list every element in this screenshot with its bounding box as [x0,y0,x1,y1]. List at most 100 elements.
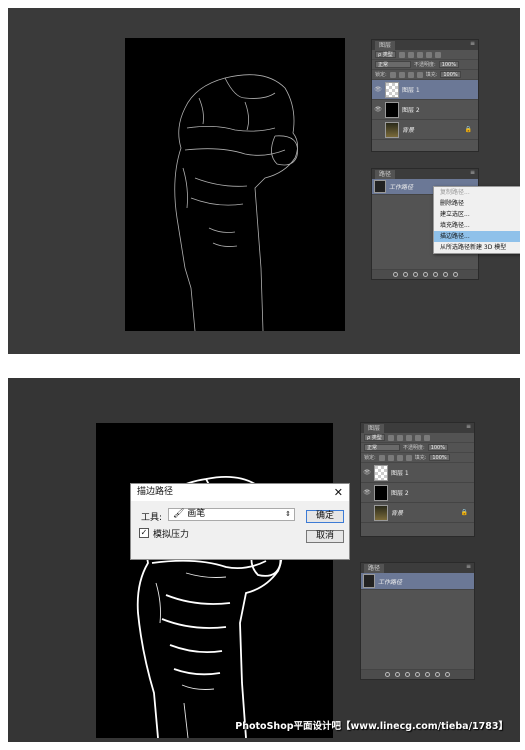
fill-path-icon[interactable] [392,272,398,277]
simulate-pressure-checkbox[interactable]: ✓ [139,528,149,538]
opacity-label: 不透明度: [414,62,436,68]
blend-mode-select[interactable]: 正常 [375,61,411,68]
paths-bottom-toolbar [361,669,474,679]
filter-pixel-icon[interactable] [387,434,394,441]
layer-row[interactable]: 背景 🔒 [372,120,478,140]
load-selection-icon[interactable] [412,272,418,277]
new-path-icon[interactable] [442,272,448,277]
layer-list: 👁 图层 1 👁 图层 2 背景 🔒 [361,463,474,523]
stroke-path-icon[interactable] [395,672,400,677]
lock-row: 锁定: 填充: 100% [372,70,478,80]
simulate-pressure-label[interactable]: 模拟压力 [153,527,189,540]
path-row[interactable]: 工作路径 [361,573,474,590]
stroke-path-icon[interactable] [402,272,408,277]
layers-panel: 图层 ≡ ρ 类型 正常 不透明度: 100% 锁定: 填充: 100% 👁 图层… [371,39,479,152]
opacity-input[interactable]: 100% [438,61,459,68]
tab-paths[interactable]: 路径 [375,170,396,179]
lock-label: 锁定: [364,455,376,461]
lock-transparent-icon[interactable] [389,71,396,78]
blend-row: 正常 不透明度: 100% [372,60,478,70]
layer-name: 图层 2 [402,107,420,114]
document-canvas[interactable] [125,38,345,332]
blend-row: 正常 不透明度: 100% [361,443,474,453]
document-canvas[interactable] [96,423,333,739]
lock-paint-icon[interactable] [387,454,394,461]
layer-row[interactable]: 👁 图层 2 [372,100,478,120]
fill-input[interactable]: 100% [429,454,450,461]
lock-all-icon[interactable] [416,71,423,78]
screenshot-2-workspace: 图层 ≡ ρ 类型 正常 不透明度: 100% 锁定: 填充: 100% 👁 图层… [8,378,520,742]
layer-row[interactable]: 背景 🔒 [361,503,474,523]
tab-layers[interactable]: 图层 [364,424,385,433]
layer-filter-row: ρ 类型 [372,50,478,60]
visibility-eye-icon[interactable]: 👁 [363,489,371,496]
paths-context-menu: 复制路径... 删除路径 建立选区... 填充路径... 描边路径... 从所选路径新建 … [433,186,520,254]
lock-paint-icon[interactable] [398,71,405,78]
layer-name: 背景 [391,510,404,517]
tab-paths[interactable]: 路径 [364,564,385,573]
lock-row: 锁定: 填充: 100% [361,453,474,463]
lock-move-icon[interactable] [396,454,403,461]
filter-shape-icon[interactable] [425,51,432,58]
layer-row[interactable]: 👁 图层 2 [361,483,474,503]
layers-panel-tabbar: 图层 ≡ [372,40,478,50]
filter-type-icon[interactable] [405,434,412,441]
context-menu-item[interactable]: 描边路径... [434,231,520,242]
filter-type-icon[interactable] [416,51,423,58]
ok-button[interactable]: 确定 [306,510,344,523]
lock-icon: 🔒 [460,509,468,516]
lock-all-icon[interactable] [405,454,412,461]
layer-name: 图层 2 [391,490,409,497]
context-menu-item[interactable]: 建立选区... [434,209,520,220]
paths-panel-tabbar: 路径 ≡ [372,169,478,179]
layer-row[interactable]: 👁 图层 1 [361,463,474,483]
delete-path-icon[interactable] [445,672,450,677]
cancel-button[interactable]: 取消 [306,530,344,543]
visibility-eye-icon[interactable]: 👁 [374,106,382,113]
panel-menu-icon[interactable]: ≡ [470,169,475,176]
tool-select[interactable]: 🖌 画笔 ⇕ [168,508,295,521]
opacity-input[interactable]: 100% [427,444,448,451]
visibility-eye-icon[interactable]: 👁 [374,86,382,93]
fill-path-icon[interactable] [385,672,390,677]
lock-icon: 🔒 [464,126,472,133]
panel-menu-icon[interactable]: ≡ [466,423,471,430]
blend-mode-select[interactable]: 正常 [364,444,400,451]
filter-adjust-icon[interactable] [407,51,414,58]
fill-label: 填充: [414,455,427,461]
tab-layers[interactable]: 图层 [375,41,396,50]
path-thumbnail [363,574,375,588]
panel-menu-icon[interactable]: ≡ [466,563,471,570]
filter-adjust-icon[interactable] [396,434,403,441]
add-mask-icon[interactable] [425,672,430,677]
layer-row[interactable]: 👁 图层 1 [372,80,478,100]
lock-move-icon[interactable] [407,71,414,78]
fist-stroked-art [136,476,283,739]
load-selection-icon[interactable] [405,672,410,677]
layer-thumbnail [385,81,399,98]
add-mask-icon[interactable] [432,272,438,277]
context-menu-item[interactable]: 删除路径 [434,198,520,209]
context-menu-item[interactable]: 填充路径... [434,220,520,231]
filter-shape-icon[interactable] [414,434,421,441]
panel-menu-icon[interactable]: ≡ [470,40,475,47]
layer-filter-select[interactable]: ρ 类型 [364,434,385,441]
filter-smart-icon[interactable] [434,51,441,58]
visibility-eye-icon[interactable]: 👁 [363,469,371,476]
lock-transparent-icon[interactable] [378,454,385,461]
layers-panel-tabbar: 图层 ≡ [361,423,474,433]
filter-smart-icon[interactable] [423,434,430,441]
delete-path-icon[interactable] [452,272,458,277]
context-menu-item[interactable]: 从所选路径新建 3D 模型 [434,242,520,253]
stroke-path-dialog: 描边路径 ✕ 工具: 🖌 画笔 ⇕ ✓ 模拟压力 确定 取消 [130,483,350,560]
filter-pixel-icon[interactable] [398,51,405,58]
make-work-path-icon[interactable] [422,272,428,277]
new-path-icon[interactable] [435,672,440,677]
layer-name: 背景 [402,127,415,134]
fill-input[interactable]: 100% [440,71,461,78]
layer-filter-select[interactable]: ρ 类型 [375,51,396,58]
make-work-path-icon[interactable] [415,672,420,677]
opacity-label: 不透明度: [403,445,425,451]
layers-panel: 图层 ≡ ρ 类型 正常 不透明度: 100% 锁定: 填充: 100% 👁 图层… [360,422,475,537]
close-icon[interactable]: ✕ [334,484,343,501]
